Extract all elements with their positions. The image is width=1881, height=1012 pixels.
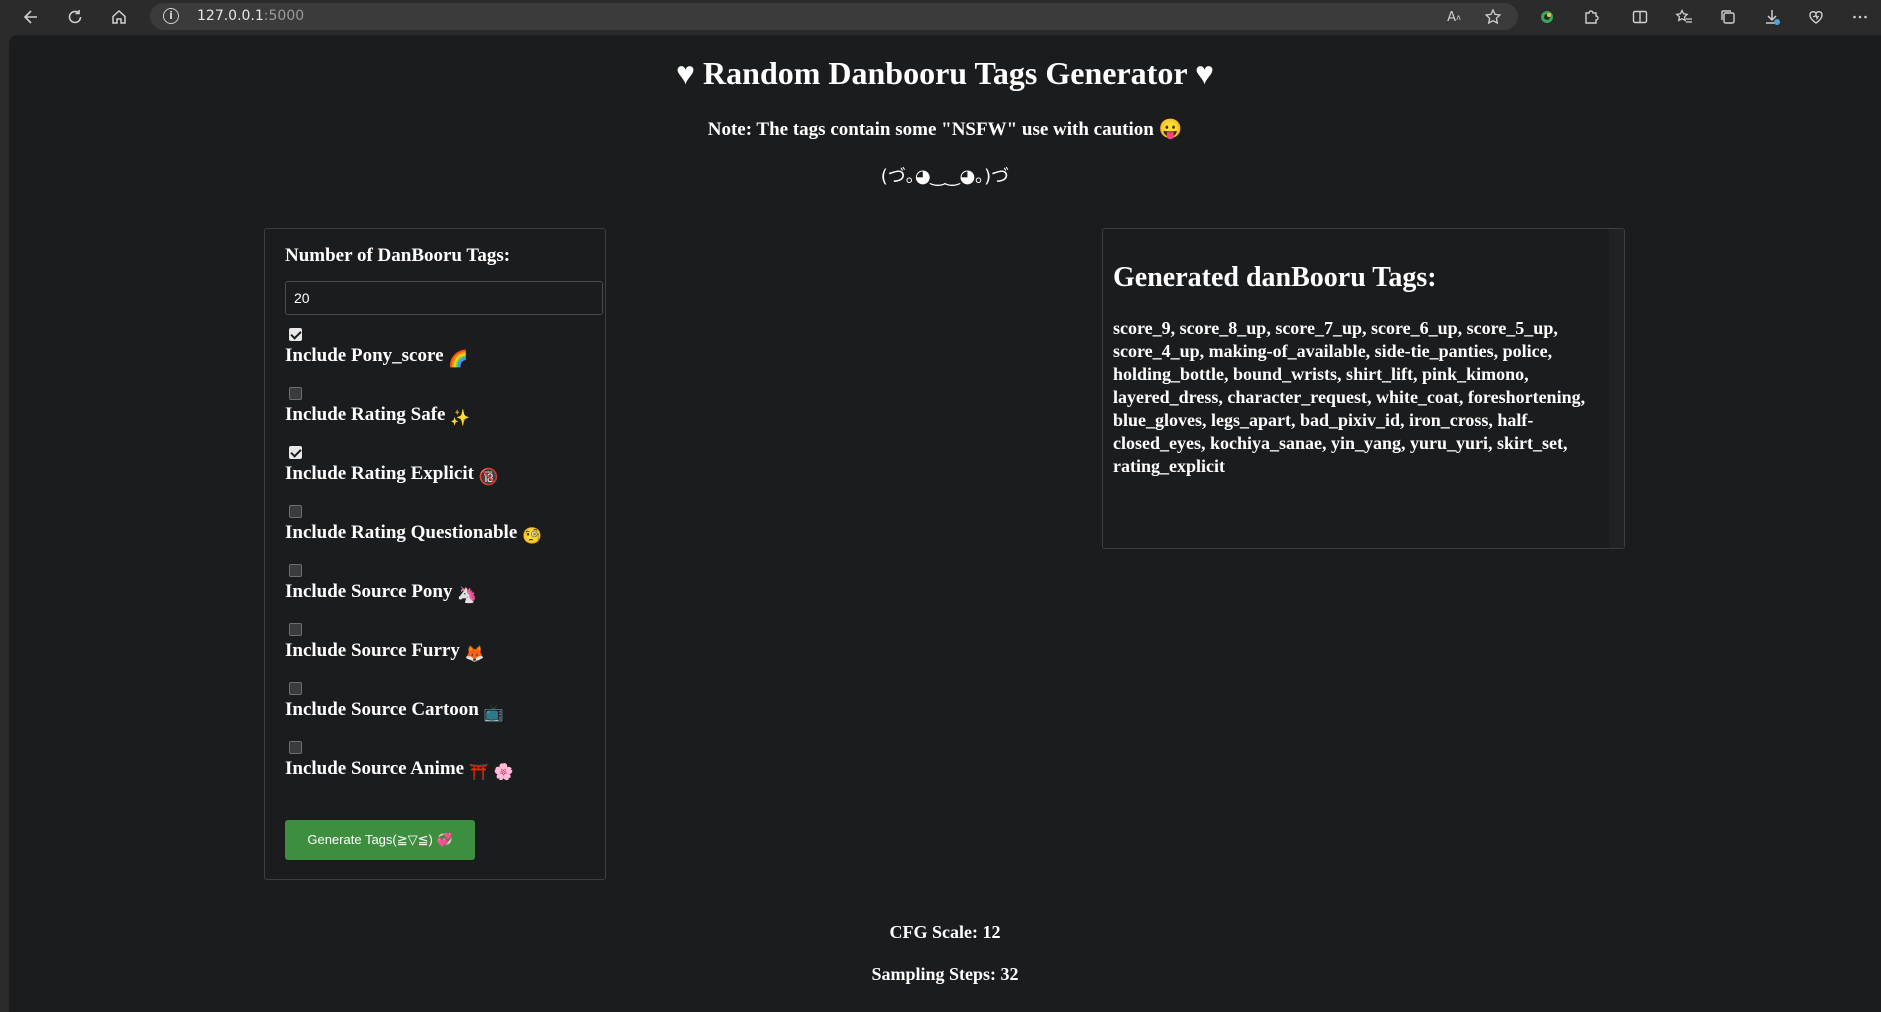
option-source-anime: Include Source Anime ⛩️ 🌸 (285, 741, 595, 791)
extensions-puzzle-icon[interactable] (1578, 4, 1604, 30)
monocle-face-icon: 🧐 (522, 526, 542, 545)
home-icon[interactable] (106, 4, 132, 30)
extension-icon[interactable] (1534, 4, 1560, 30)
downloads-icon[interactable] (1759, 4, 1785, 30)
option-label: Include Rating Explicit (285, 463, 474, 484)
kaomoji: (づ｡◕‿‿◕｡)づ (880, 166, 1010, 187)
nsfw-note: Note: The tags contain some "NSFW" use w… (707, 119, 1183, 140)
browser-essentials-icon[interactable] (1803, 4, 1829, 30)
source-anime-checkbox[interactable] (289, 741, 302, 754)
rating-questionable-checkbox[interactable] (289, 505, 302, 518)
source-cartoon-checkbox[interactable] (289, 682, 302, 695)
option-pony-score: Include Pony_score 🌈 (285, 328, 595, 378)
results-title: Generated danBooru Tags: (1113, 262, 1437, 293)
results-scrollbar[interactable] (1609, 229, 1624, 548)
source-pony-checkbox[interactable] (289, 564, 302, 577)
unicorn-icon: 🦄 (457, 585, 478, 604)
option-source-cartoon: Include Source Cartoon 📺 (285, 682, 595, 732)
page-viewport: ♥ Random Danbooru Tags Generator ♥ Note:… (9, 35, 1881, 1012)
read-aloud-icon[interactable]: Aʌ (1443, 6, 1465, 28)
collections-icon[interactable] (1715, 4, 1741, 30)
option-rating-questionable: Include Rating Questionable 🧐 (285, 505, 595, 555)
option-rating-safe: Include Rating Safe ✨ (285, 387, 595, 437)
option-label: Include Source Cartoon (285, 699, 479, 720)
num-tags-label: Number of DanBooru Tags: (285, 245, 511, 266)
rainbow-icon: 🌈 (448, 349, 469, 368)
options-form: Number of DanBooru Tags: Include Pony_sc… (264, 228, 606, 880)
option-label: Include Rating Safe (285, 404, 446, 425)
refresh-icon[interactable] (62, 4, 88, 30)
option-label: Include Source Anime (285, 758, 465, 779)
sampling-steps-text: Sampling Steps: 32 (871, 964, 1019, 984)
back-icon[interactable] (18, 4, 44, 30)
fox-icon: 🦊 (464, 644, 485, 663)
generate-tags-button[interactable]: Generate Tags(≧▽≦) 💞 (285, 820, 475, 860)
option-source-pony: Include Source Pony 🦄 (285, 564, 595, 614)
option-source-furry: Include Source Furry 🦊 (285, 623, 595, 673)
rating-safe-checkbox[interactable] (289, 387, 302, 400)
television-icon: 📺 (483, 703, 504, 722)
option-rating-explicit: Include Rating Explicit 🔞 (285, 446, 595, 496)
browser-toolbar: i 127.0.0.1:5000 Aʌ (0, 0, 1881, 34)
source-furry-checkbox[interactable] (289, 623, 302, 636)
address-bar[interactable]: i 127.0.0.1:5000 Aʌ (150, 3, 1518, 30)
pony-score-checkbox[interactable] (289, 328, 302, 341)
num-tags-input[interactable] (285, 281, 603, 315)
option-label: Include Pony_score (285, 345, 444, 366)
option-label: Include Source Pony (285, 581, 453, 602)
generated-tags-text: score_9, score_8_up, score_7_up, score_6… (1113, 318, 1586, 476)
option-label: Include Source Furry (285, 640, 460, 661)
split-screen-icon[interactable] (1627, 4, 1653, 30)
sparkles-icon: ✨ (450, 408, 471, 427)
cfg-scale-text: CFG Scale: 12 (889, 922, 1001, 942)
rating-explicit-checkbox[interactable] (289, 446, 302, 459)
option-label: Include Rating Questionable (285, 522, 518, 543)
more-menu-icon[interactable] (1847, 4, 1873, 30)
page-title: ♥ Random Danbooru Tags Generator ♥ (676, 55, 1214, 91)
torii-blossom-icon: ⛩️ 🌸 (468, 762, 514, 781)
no-under-18-icon: 🔞 (478, 467, 499, 486)
favorites-icon[interactable] (1671, 4, 1697, 30)
url-text: 127.0.0.1:5000 (197, 8, 305, 24)
site-info-icon[interactable]: i (163, 8, 179, 24)
results-panel: Generated danBooru Tags: score_9, score_… (1102, 228, 1625, 549)
favorite-star-icon[interactable] (1482, 6, 1504, 28)
